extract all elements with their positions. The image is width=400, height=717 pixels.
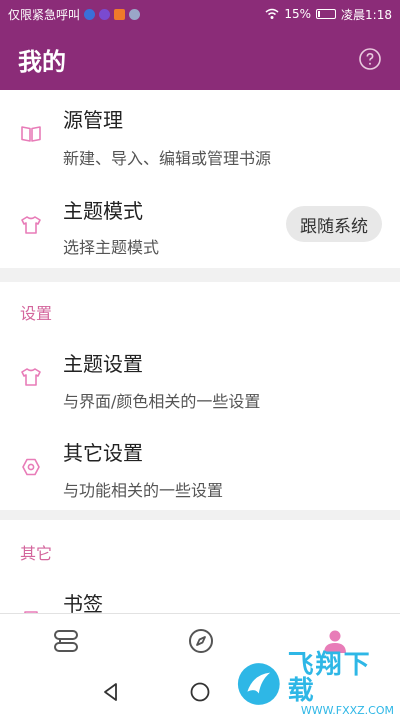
tshirt-icon <box>21 216 41 234</box>
help-circle-icon[interactable] <box>358 47 382 71</box>
other-group-label: 其它 <box>20 544 53 563</box>
status-bar: 仅限紧急呼叫 15% 凌晨1:18 <box>0 0 400 28</box>
compass-nav-icon[interactable] <box>186 626 216 656</box>
notification-icon <box>114 8 126 20</box>
settings-section: 设置 主题设置 与界面/颜色相关的一些设置 其它设置 与功能相关的一些设置 <box>0 282 400 510</box>
notification-icon <box>129 8 141 20</box>
theme-settings-subtitle: 与界面/颜色相关的一些设置 <box>63 392 261 411</box>
battery-icon <box>316 9 337 19</box>
hexagon-gear-icon <box>22 458 40 476</box>
app-bar: 我的 <box>0 28 400 90</box>
other-settings-item[interactable]: 其它设置 与功能相关的一些设置 <box>0 424 400 510</box>
watermark-brand: 飞翔下载 <box>287 649 372 706</box>
other-settings-subtitle: 与功能相关的一些设置 <box>63 481 224 500</box>
brand-logo-icon <box>237 663 280 705</box>
theme-settings-title: 主题设置 <box>63 352 143 376</box>
theme-mode-chip[interactable]: 跟随系统 <box>286 206 382 242</box>
bookmark-item[interactable]: 书签 <box>0 578 400 613</box>
page-title: 我的 <box>18 47 66 76</box>
book-icon <box>21 126 41 142</box>
tshirt-icon <box>21 368 41 386</box>
section-divider <box>0 510 400 520</box>
theme-settings-item[interactable]: 主题设置 与界面/颜色相关的一些设置 <box>0 334 400 420</box>
section-divider <box>0 268 400 282</box>
source-management-title: 源管理 <box>63 108 123 132</box>
status-left-text: 仅限紧急呼叫 <box>8 7 81 22</box>
top-section: 源管理 新建、导入、编辑或管理书源 主题模式 选择主题模式 跟随系统 <box>0 90 400 268</box>
other-section: 其它 书签 <box>0 520 400 613</box>
wifi-icon <box>265 8 279 19</box>
bookshelf-nav-icon[interactable] <box>51 626 81 656</box>
other-settings-title: 其它设置 <box>63 441 143 465</box>
battery-fill <box>318 11 321 17</box>
source-management-subtitle: 新建、导入、编辑或管理书源 <box>63 149 272 168</box>
battery-percent: 15% <box>284 7 312 21</box>
notification-icon <box>84 8 96 20</box>
theme-mode-subtitle: 选择主题模式 <box>63 238 160 257</box>
status-time: 凌晨1:18 <box>341 7 392 22</box>
notification-icon <box>99 8 111 20</box>
theme-mode-title: 主题模式 <box>63 199 143 223</box>
bookmark-title: 书签 <box>63 592 103 613</box>
home-icon[interactable] <box>189 681 211 703</box>
settings-group-label: 设置 <box>20 304 53 323</box>
theme-mode-item[interactable]: 主题模式 选择主题模式 跟随系统 <box>0 182 400 268</box>
source-management-item[interactable]: 源管理 新建、导入、编辑或管理书源 <box>0 90 400 176</box>
watermark: 飞翔下载 WWW.FXXZ.COM <box>236 649 394 717</box>
back-icon[interactable] <box>100 681 122 703</box>
